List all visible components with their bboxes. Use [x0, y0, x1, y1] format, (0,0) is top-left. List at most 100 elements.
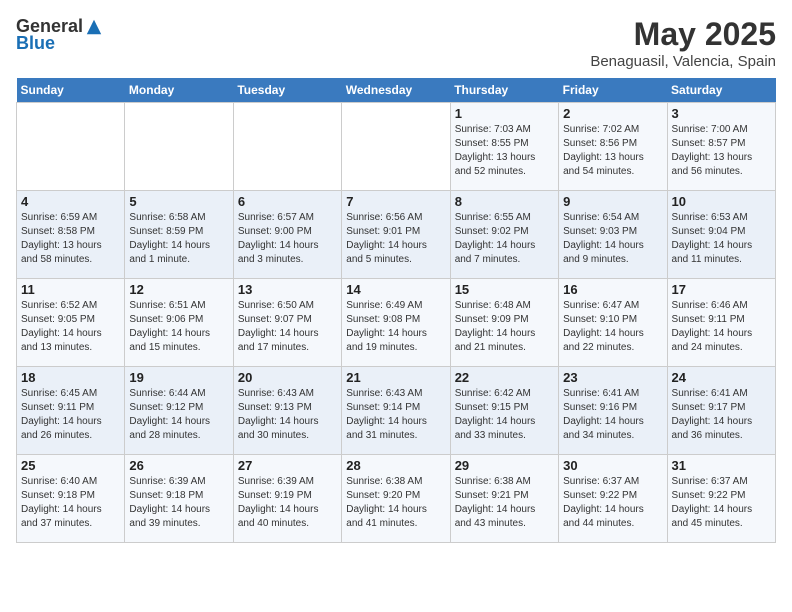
day-number: 23 — [563, 370, 662, 385]
day-info: Sunrise: 6:54 AMSunset: 9:03 PMDaylight:… — [563, 211, 662, 267]
day-info: Sunrise: 6:42 AMSunset: 9:15 PMDaylight:… — [455, 387, 554, 443]
logo-icon — [85, 18, 103, 36]
day-number: 27 — [238, 458, 337, 473]
day-info: Sunrise: 6:57 AMSunset: 9:00 PMDaylight:… — [238, 211, 337, 267]
weekday-header-monday: Monday — [125, 78, 233, 103]
day-number: 20 — [238, 370, 337, 385]
day-info: Sunrise: 7:00 AMSunset: 8:57 PMDaylight:… — [672, 123, 771, 179]
day-cell: 29Sunrise: 6:38 AMSunset: 9:21 PMDayligh… — [450, 455, 558, 543]
day-number: 4 — [21, 194, 120, 209]
day-number: 3 — [672, 106, 771, 121]
day-cell: 18 Sunrise: 6:45 AMSunset: 9:11 PMDayligh… — [17, 367, 125, 455]
day-cell: 19 Sunrise: 6:44 AMSunset: 9:12 PMDayligh… — [125, 367, 233, 455]
day-number: 7 — [346, 194, 445, 209]
day-cell: 2 Sunrise: 7:02 AMSunset: 8:56 PMDaylight… — [559, 103, 667, 191]
week-row-4: 18 Sunrise: 6:45 AMSunset: 9:11 PMDayligh… — [17, 367, 776, 455]
day-info: Sunrise: 6:37 AMSunset: 9:22 PMDaylight:… — [563, 475, 662, 531]
week-row-5: 25Sunrise: 6:40 AMSunset: 9:18 PMDayligh… — [17, 455, 776, 543]
day-cell: 10Sunrise: 6:53 AMSunset: 9:04 PMDayligh… — [667, 191, 775, 279]
month-title: May 2025 — [590, 16, 776, 53]
week-row-1: 1 Sunrise: 7:03 AMSunset: 8:55 PMDaylight… — [17, 103, 776, 191]
day-cell: 8 Sunrise: 6:55 AMSunset: 9:02 PMDaylight… — [450, 191, 558, 279]
day-info: Sunrise: 6:43 AMSunset: 9:14 PMDaylight:… — [346, 387, 445, 443]
day-cell: 17 Sunrise: 6:46 AMSunset: 9:11 PMDayligh… — [667, 279, 775, 367]
day-number: 24 — [672, 370, 771, 385]
day-info: Sunrise: 6:55 AMSunset: 9:02 PMDaylight:… — [455, 211, 554, 267]
day-number: 19 — [129, 370, 228, 385]
day-number: 28 — [346, 458, 445, 473]
day-cell: 12Sunrise: 6:51 AMSunset: 9:06 PMDayligh… — [125, 279, 233, 367]
day-cell: 1 Sunrise: 7:03 AMSunset: 8:55 PMDaylight… — [450, 103, 558, 191]
weekday-header-tuesday: Tuesday — [233, 78, 341, 103]
day-cell: 30 Sunrise: 6:37 AMSunset: 9:22 PMDayligh… — [559, 455, 667, 543]
day-info: Sunrise: 6:49 AMSunset: 9:08 PMDaylight:… — [346, 299, 445, 355]
day-cell — [233, 103, 341, 191]
day-info: Sunrise: 6:38 AMSunset: 9:20 PMDaylight:… — [346, 475, 445, 531]
day-info: Sunrise: 6:41 AMSunset: 9:16 PMDaylight:… — [563, 387, 662, 443]
day-number: 26 — [129, 458, 228, 473]
day-cell: 3 Sunrise: 7:00 AMSunset: 8:57 PMDaylight… — [667, 103, 775, 191]
weekday-header-sunday: Sunday — [17, 78, 125, 103]
day-cell: 31Sunrise: 6:37 AMSunset: 9:22 PMDayligh… — [667, 455, 775, 543]
day-number: 30 — [563, 458, 662, 473]
day-cell — [342, 103, 450, 191]
week-row-2: 4 Sunrise: 6:59 AMSunset: 8:58 PMDaylight… — [17, 191, 776, 279]
day-cell: 5 Sunrise: 6:58 AMSunset: 8:59 PMDaylight… — [125, 191, 233, 279]
day-cell: 7 Sunrise: 6:56 AMSunset: 9:01 PMDaylight… — [342, 191, 450, 279]
day-info: Sunrise: 6:41 AMSunset: 9:17 PMDaylight:… — [672, 387, 771, 443]
weekday-header-row: SundayMondayTuesdayWednesdayThursdayFrid… — [17, 78, 776, 103]
day-info: Sunrise: 6:56 AMSunset: 9:01 PMDaylight:… — [346, 211, 445, 267]
day-cell: 21Sunrise: 6:43 AMSunset: 9:14 PMDayligh… — [342, 367, 450, 455]
day-number: 1 — [455, 106, 554, 121]
day-number: 16 — [563, 282, 662, 297]
page-header: General Blue May 2025 Benaguasil, Valenc… — [16, 16, 776, 70]
day-number: 29 — [455, 458, 554, 473]
day-cell: 16 Sunrise: 6:47 AMSunset: 9:10 PMDayligh… — [559, 279, 667, 367]
day-cell: 20 Sunrise: 6:43 AMSunset: 9:13 PMDayligh… — [233, 367, 341, 455]
day-number: 8 — [455, 194, 554, 209]
day-info: Sunrise: 6:59 AMSunset: 8:58 PMDaylight:… — [21, 211, 120, 267]
day-info: Sunrise: 6:48 AMSunset: 9:09 PMDaylight:… — [455, 299, 554, 355]
day-number: 22 — [455, 370, 554, 385]
weekday-header-saturday: Saturday — [667, 78, 775, 103]
day-info: Sunrise: 6:58 AMSunset: 8:59 PMDaylight:… — [129, 211, 228, 267]
day-cell: 11Sunrise: 6:52 AMSunset: 9:05 PMDayligh… — [17, 279, 125, 367]
day-info: Sunrise: 6:44 AMSunset: 9:12 PMDaylight:… — [129, 387, 228, 443]
day-number: 5 — [129, 194, 228, 209]
day-number: 2 — [563, 106, 662, 121]
day-number: 18 — [21, 370, 120, 385]
day-number: 17 — [672, 282, 771, 297]
day-info: Sunrise: 6:47 AMSunset: 9:10 PMDaylight:… — [563, 299, 662, 355]
day-number: 15 — [455, 282, 554, 297]
weekday-header-wednesday: Wednesday — [342, 78, 450, 103]
day-cell: 4 Sunrise: 6:59 AMSunset: 8:58 PMDaylight… — [17, 191, 125, 279]
title-block: May 2025 Benaguasil, Valencia, Spain — [590, 16, 776, 70]
day-info: Sunrise: 6:39 AMSunset: 9:19 PMDaylight:… — [238, 475, 337, 531]
day-info: Sunrise: 6:52 AMSunset: 9:05 PMDaylight:… — [21, 299, 120, 355]
day-info: Sunrise: 7:02 AMSunset: 8:56 PMDaylight:… — [563, 123, 662, 179]
day-cell: 24 Sunrise: 6:41 AMSunset: 9:17 PMDayligh… — [667, 367, 775, 455]
day-cell: 28 Sunrise: 6:38 AMSunset: 9:20 PMDayligh… — [342, 455, 450, 543]
day-cell: 27 Sunrise: 6:39 AMSunset: 9:19 PMDayligh… — [233, 455, 341, 543]
day-info: Sunrise: 6:45 AMSunset: 9:11 PMDaylight:… — [21, 387, 120, 443]
day-number: 14 — [346, 282, 445, 297]
day-cell — [125, 103, 233, 191]
weekday-header-thursday: Thursday — [450, 78, 558, 103]
day-cell: 23 Sunrise: 6:41 AMSunset: 9:16 PMDayligh… — [559, 367, 667, 455]
day-cell: 26 Sunrise: 6:39 AMSunset: 9:18 PMDayligh… — [125, 455, 233, 543]
day-number: 12 — [129, 282, 228, 297]
day-info: Sunrise: 6:46 AMSunset: 9:11 PMDaylight:… — [672, 299, 771, 355]
location-subtitle: Benaguasil, Valencia, Spain — [590, 53, 776, 70]
day-cell: 6 Sunrise: 6:57 AMSunset: 9:00 PMDaylight… — [233, 191, 341, 279]
day-cell: 13 Sunrise: 6:50 AMSunset: 9:07 PMDayligh… — [233, 279, 341, 367]
day-number: 13 — [238, 282, 337, 297]
day-cell: 14 Sunrise: 6:49 AMSunset: 9:08 PMDayligh… — [342, 279, 450, 367]
day-number: 6 — [238, 194, 337, 209]
day-number: 31 — [672, 458, 771, 473]
day-info: Sunrise: 6:50 AMSunset: 9:07 PMDaylight:… — [238, 299, 337, 355]
day-cell — [17, 103, 125, 191]
day-info: Sunrise: 7:03 AMSunset: 8:55 PMDaylight:… — [455, 123, 554, 179]
day-info: Sunrise: 6:43 AMSunset: 9:13 PMDaylight:… — [238, 387, 337, 443]
day-cell: 15 Sunrise: 6:48 AMSunset: 9:09 PMDayligh… — [450, 279, 558, 367]
day-info: Sunrise: 6:39 AMSunset: 9:18 PMDaylight:… — [129, 475, 228, 531]
